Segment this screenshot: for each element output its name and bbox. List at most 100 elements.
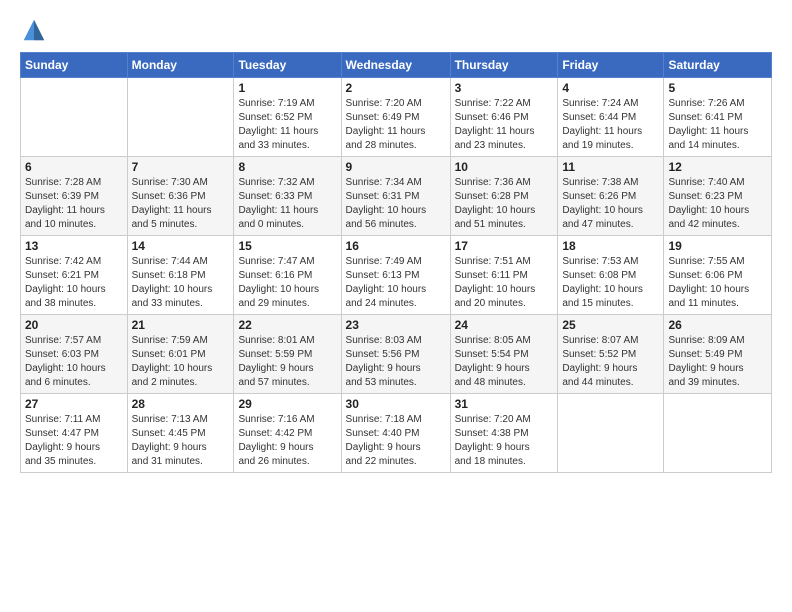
calendar-table: SundayMondayTuesdayWednesdayThursdayFrid… [20,52,772,473]
day-header-sunday: Sunday [21,53,128,78]
day-info: Sunrise: 7:53 AM Sunset: 6:08 PM Dayligh… [562,255,659,311]
day-header-wednesday: Wednesday [341,53,450,78]
day-info: Sunrise: 7:24 AM Sunset: 6:44 PM Dayligh… [562,97,659,153]
day-info: Sunrise: 7:51 AM Sunset: 6:11 PM Dayligh… [455,255,554,311]
day-number: 19 [668,239,767,253]
day-info: Sunrise: 7:47 AM Sunset: 6:16 PM Dayligh… [238,255,336,311]
day-info: Sunrise: 7:38 AM Sunset: 6:26 PM Dayligh… [562,176,659,232]
calendar-cell [664,394,772,473]
day-number: 5 [668,81,767,95]
page: SundayMondayTuesdayWednesdayThursdayFrid… [0,0,792,483]
day-info: Sunrise: 7:20 AM Sunset: 4:38 PM Dayligh… [455,413,554,469]
day-number: 22 [238,318,336,332]
calendar-cell: 12 Sunrise: 7:40 AM Sunset: 6:23 PM Dayli… [664,157,772,236]
calendar-cell: 13 Sunrise: 7:42 AM Sunset: 6:21 PM Dayli… [21,236,128,315]
day-number: 18 [562,239,659,253]
day-number: 27 [25,397,123,411]
header [20,16,772,44]
calendar-cell: 30Sunrise: 7:18 AM Sunset: 4:40 PM Dayli… [341,394,450,473]
calendar-cell: 8 Sunrise: 7:32 AM Sunset: 6:33 PM Daylig… [234,157,341,236]
day-header-friday: Friday [558,53,664,78]
day-info: Sunrise: 8:07 AM Sunset: 5:52 PM Dayligh… [562,334,659,390]
day-number: 16 [346,239,446,253]
day-header-monday: Monday [127,53,234,78]
day-number: 15 [238,239,336,253]
calendar-cell: 16 Sunrise: 7:49 AM Sunset: 6:13 PM Dayli… [341,236,450,315]
day-number: 21 [132,318,230,332]
calendar-cell: 21 Sunrise: 7:59 AM Sunset: 6:01 PM Dayli… [127,315,234,394]
day-number: 24 [455,318,554,332]
day-number: 26 [668,318,767,332]
day-info: Sunrise: 7:49 AM Sunset: 6:13 PM Dayligh… [346,255,446,311]
day-info: Sunrise: 7:34 AM Sunset: 6:31 PM Dayligh… [346,176,446,232]
day-info: Sunrise: 7:42 AM Sunset: 6:21 PM Dayligh… [25,255,123,311]
day-info: Sunrise: 7:20 AM Sunset: 6:49 PM Dayligh… [346,97,446,153]
day-info: Sunrise: 7:40 AM Sunset: 6:23 PM Dayligh… [668,176,767,232]
day-info: Sunrise: 7:26 AM Sunset: 6:41 PM Dayligh… [668,97,767,153]
calendar-cell [558,394,664,473]
calendar-cell: 17 Sunrise: 7:51 AM Sunset: 6:11 PM Dayli… [450,236,558,315]
calendar-cell [127,78,234,157]
day-info: Sunrise: 7:36 AM Sunset: 6:28 PM Dayligh… [455,176,554,232]
day-number: 20 [25,318,123,332]
day-info: Sunrise: 8:05 AM Sunset: 5:54 PM Dayligh… [455,334,554,390]
day-number: 8 [238,160,336,174]
day-info: Sunrise: 7:19 AM Sunset: 6:52 PM Dayligh… [238,97,336,153]
calendar-week-2: 13 Sunrise: 7:42 AM Sunset: 6:21 PM Dayli… [21,236,772,315]
day-info: Sunrise: 7:16 AM Sunset: 4:42 PM Dayligh… [238,413,336,469]
calendar-cell: 22 Sunrise: 8:01 AM Sunset: 5:59 PM Dayli… [234,315,341,394]
calendar-cell: 20Sunrise: 7:57 AM Sunset: 6:03 PM Dayli… [21,315,128,394]
day-number: 29 [238,397,336,411]
day-number: 25 [562,318,659,332]
logo [20,16,52,44]
calendar-cell: 27 Sunrise: 7:11 AM Sunset: 4:47 PM Dayli… [21,394,128,473]
calendar-body: 1Sunrise: 7:19 AM Sunset: 6:52 PM Daylig… [21,78,772,473]
calendar-cell: 28Sunrise: 7:13 AM Sunset: 4:45 PM Dayli… [127,394,234,473]
calendar-header-row: SundayMondayTuesdayWednesdayThursdayFrid… [21,53,772,78]
day-info: Sunrise: 7:28 AM Sunset: 6:39 PM Dayligh… [25,176,123,232]
day-number: 17 [455,239,554,253]
calendar-cell: 3Sunrise: 7:22 AM Sunset: 6:46 PM Daylig… [450,78,558,157]
calendar-cell: 26 Sunrise: 8:09 AM Sunset: 5:49 PM Dayli… [664,315,772,394]
calendar-cell: 1Sunrise: 7:19 AM Sunset: 6:52 PM Daylig… [234,78,341,157]
day-number: 2 [346,81,446,95]
day-number: 23 [346,318,446,332]
day-info: Sunrise: 7:32 AM Sunset: 6:33 PM Dayligh… [238,176,336,232]
day-info: Sunrise: 8:09 AM Sunset: 5:49 PM Dayligh… [668,334,767,390]
calendar-cell: 25 Sunrise: 8:07 AM Sunset: 5:52 PM Dayli… [558,315,664,394]
calendar-cell: 18 Sunrise: 7:53 AM Sunset: 6:08 PM Dayli… [558,236,664,315]
day-header-saturday: Saturday [664,53,772,78]
day-info: Sunrise: 7:30 AM Sunset: 6:36 PM Dayligh… [132,176,230,232]
day-number: 30 [346,397,446,411]
day-number: 12 [668,160,767,174]
calendar-cell: 14Sunrise: 7:44 AM Sunset: 6:18 PM Dayli… [127,236,234,315]
day-number: 7 [132,160,230,174]
calendar-cell: 7 Sunrise: 7:30 AM Sunset: 6:36 PM Daylig… [127,157,234,236]
calendar-cell [21,78,128,157]
calendar-cell: 15 Sunrise: 7:47 AM Sunset: 6:16 PM Dayli… [234,236,341,315]
day-number: 28 [132,397,230,411]
day-number: 9 [346,160,446,174]
calendar-week-3: 20Sunrise: 7:57 AM Sunset: 6:03 PM Dayli… [21,315,772,394]
day-info: Sunrise: 7:55 AM Sunset: 6:06 PM Dayligh… [668,255,767,311]
day-info: Sunrise: 7:11 AM Sunset: 4:47 PM Dayligh… [25,413,123,469]
calendar-cell: 19 Sunrise: 7:55 AM Sunset: 6:06 PM Dayli… [664,236,772,315]
calendar-week-1: 6Sunrise: 7:28 AM Sunset: 6:39 PM Daylig… [21,157,772,236]
day-number: 14 [132,239,230,253]
day-number: 10 [455,160,554,174]
calendar-week-0: 1Sunrise: 7:19 AM Sunset: 6:52 PM Daylig… [21,78,772,157]
calendar-cell: 10 Sunrise: 7:36 AM Sunset: 6:28 PM Dayli… [450,157,558,236]
day-number: 11 [562,160,659,174]
calendar-cell: 4Sunrise: 7:24 AM Sunset: 6:44 PM Daylig… [558,78,664,157]
calendar-cell: 6Sunrise: 7:28 AM Sunset: 6:39 PM Daylig… [21,157,128,236]
day-info: Sunrise: 8:01 AM Sunset: 5:59 PM Dayligh… [238,334,336,390]
day-number: 13 [25,239,123,253]
calendar-cell: 11 Sunrise: 7:38 AM Sunset: 6:26 PM Dayli… [558,157,664,236]
logo-icon [20,16,48,44]
calendar-cell: 29 Sunrise: 7:16 AM Sunset: 4:42 PM Dayli… [234,394,341,473]
calendar-cell: 9 Sunrise: 7:34 AM Sunset: 6:31 PM Daylig… [341,157,450,236]
day-header-thursday: Thursday [450,53,558,78]
day-info: Sunrise: 7:59 AM Sunset: 6:01 PM Dayligh… [132,334,230,390]
calendar-cell: 23Sunrise: 8:03 AM Sunset: 5:56 PM Dayli… [341,315,450,394]
calendar-cell: 5 Sunrise: 7:26 AM Sunset: 6:41 PM Daylig… [664,78,772,157]
